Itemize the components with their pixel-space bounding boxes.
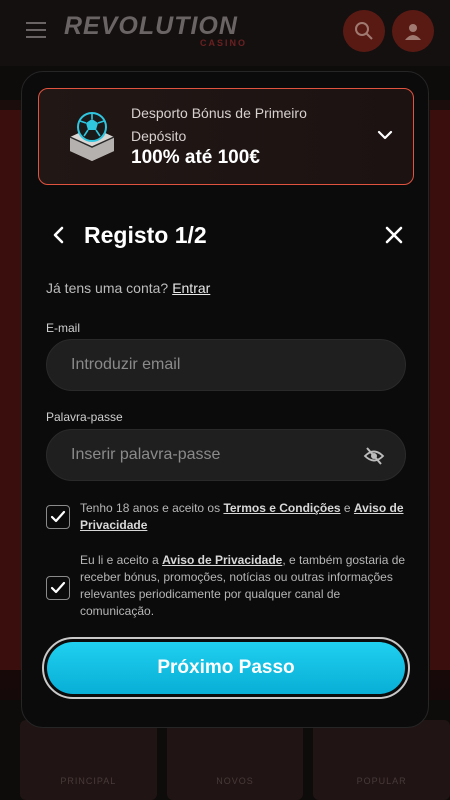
bonus-title-line1: Desporto Bónus de Primeiro — [131, 105, 307, 121]
checkmark-icon — [50, 581, 66, 594]
marketing-checkbox[interactable] — [46, 576, 70, 600]
password-field[interactable] — [47, 430, 405, 480]
chevron-down-icon[interactable] — [377, 127, 393, 143]
football-icon — [69, 112, 115, 161]
consent-text: e — [340, 501, 354, 515]
brand-logo: REVOLUTION — [64, 12, 238, 40]
terms-link[interactable]: Termos e Condições — [223, 501, 340, 515]
back-button[interactable] — [48, 223, 70, 247]
eye-off-icon[interactable] — [363, 446, 385, 466]
consent-terms-row: Tenho 18 anos e aceito os Termos e Condi… — [46, 500, 406, 540]
email-field-wrapper — [46, 339, 406, 391]
next-step-button[interactable]: Próximo Passo — [47, 642, 405, 694]
bonus-selector[interactable]: Desporto Bónus de Primeiro Depósito 100%… — [38, 88, 414, 185]
login-link[interactable]: Entrar — [172, 280, 210, 296]
background-header: REVOLUTION CASINO — [0, 0, 450, 66]
background-tile: PRINCIPAL — [20, 720, 157, 800]
page-title: Registo 1/2 — [84, 222, 207, 248]
background-decor — [0, 110, 22, 670]
search-icon — [343, 10, 385, 52]
password-field-wrapper — [46, 429, 406, 481]
user-icon — [392, 10, 434, 52]
background-tile: POPULAR — [313, 720, 450, 800]
bonus-amount: 100% até 100€ — [131, 147, 260, 168]
background-tile: NOVOS — [166, 720, 304, 800]
tile-label: NOVOS — [216, 776, 254, 786]
login-prompt-text: Já tens uma conta? — [46, 280, 169, 296]
email-label: E-mail — [46, 321, 81, 335]
checkmark-icon — [50, 510, 66, 523]
next-button-ring: Próximo Passo — [42, 637, 410, 699]
consent-marketing-text: Eu li e aceito a Aviso de Privacidade, e… — [80, 552, 410, 620]
email-field[interactable] — [47, 340, 405, 390]
password-label: Palavra-passe — [46, 410, 123, 424]
consent-text: Eu li e aceito a — [80, 553, 163, 567]
privacy-link[interactable]: Aviso de Privacidade — [162, 553, 282, 567]
brand-logo-sub: CASINO — [200, 38, 248, 48]
registration-modal: Desporto Bónus de Primeiro Depósito 100%… — [21, 71, 429, 728]
bonus-title-line2: Depósito — [131, 128, 187, 144]
terms-checkbox[interactable] — [46, 505, 70, 529]
background-tiles: PRINCIPAL NOVOS POPULAR — [0, 720, 450, 800]
menu-icon — [26, 22, 46, 38]
tile-label: POPULAR — [356, 776, 407, 786]
close-button[interactable] — [383, 223, 405, 247]
consent-text: Tenho 18 anos e aceito os — [80, 501, 224, 515]
background-decor — [430, 110, 450, 670]
consent-marketing-row: Eu li e aceito a Aviso de Privacidade, e… — [46, 552, 406, 624]
tile-label: PRINCIPAL — [60, 776, 117, 786]
login-prompt: Já tens uma conta? Entrar — [46, 280, 210, 296]
consent-terms-text: Tenho 18 anos e aceito os Termos e Condi… — [80, 500, 410, 534]
